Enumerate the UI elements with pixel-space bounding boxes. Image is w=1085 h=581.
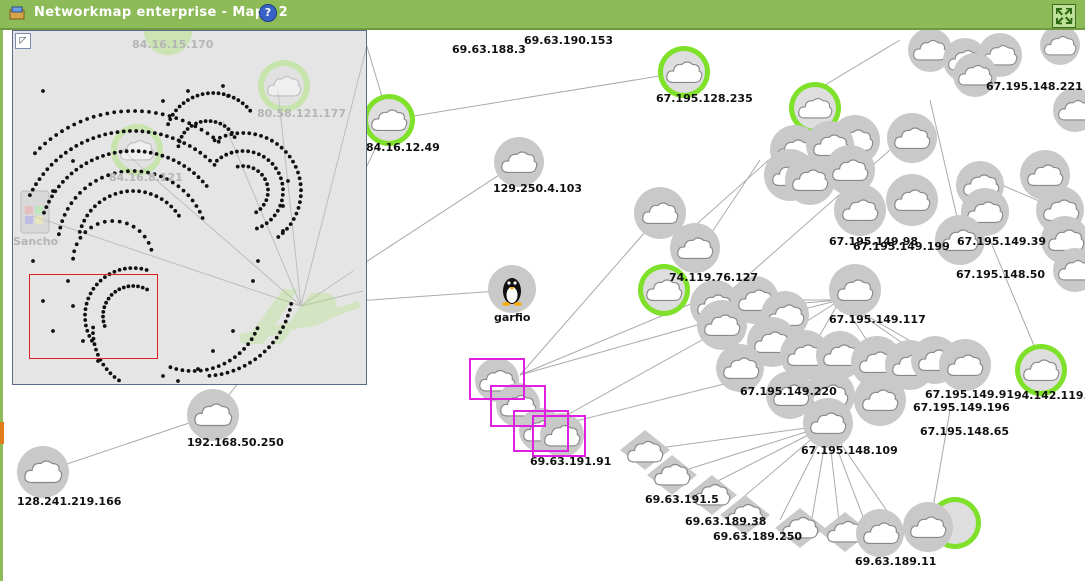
node-label: 69.63.191.5 (645, 493, 719, 506)
node-label: 192.168.50.250 (187, 436, 284, 449)
node-label: 94.142.119.5 (1014, 389, 1085, 402)
node-69-63-190-153[interactable]: 69.63.190.153 (524, 34, 613, 47)
node-label: 74.119.76.127 (669, 271, 758, 284)
node-label: 129.250.4.103 (493, 182, 582, 195)
node-label: 69.63.189.11 (855, 555, 936, 568)
node-garfio[interactable]: garfio (488, 265, 536, 324)
window-title: Networkmap enterprise - Mapa 2 (34, 5, 289, 20)
fullscreen-button[interactable] (1052, 4, 1076, 28)
help-icon[interactable]: ? (259, 4, 277, 22)
node-192-168-50-250[interactable]: 192.168.50.250 (187, 389, 284, 449)
node-129-250-4-103[interactable]: 129.250.4.103 (493, 137, 582, 195)
minimap-panel[interactable]: 84.16.15.170 80.58.121.177 84.16.8.121 S… (12, 30, 367, 385)
node-label: 67.195.148.65 (920, 425, 1009, 438)
node-label: garfio (494, 311, 531, 324)
minimap-label: 84.16.15.170 (132, 38, 214, 51)
minimap-label: 80.58.121.177 (257, 107, 346, 120)
node-69-63-188-3[interactable]: 69.63.188.3 (452, 43, 526, 56)
minimap-label: Sancho (13, 235, 59, 248)
node-label: 69.63.189.250 (713, 530, 802, 543)
node-128-241-219-166[interactable]: 128.241.219.166 (17, 446, 122, 508)
node-label: 67.195.148.109 (801, 444, 898, 457)
minimap-collapse-icon[interactable]: ◸ (15, 33, 31, 49)
node-label: 69.63.190.153 (524, 34, 613, 47)
minimap-label: 84.16.8.121 (109, 171, 183, 184)
node-label: 67.195.149.117 (829, 313, 926, 326)
node-84-16-12-49[interactable]: 84.16.12.49 (363, 94, 440, 154)
node-label: 128.241.219.166 (17, 495, 122, 508)
node-label: 67.195.149.196 (913, 401, 1010, 414)
window-titlebar: Networkmap enterprise - Mapa 2 ? (0, 0, 1085, 30)
node-label: 69.63.191.91 (530, 455, 611, 468)
node-label: 67.195.149.91 (925, 388, 1014, 401)
expand-icon (1056, 8, 1073, 25)
node-label: 67.195.149.39 (957, 235, 1046, 248)
node-label: 67.195.149.220 (740, 385, 837, 398)
node-67-195-128-235[interactable]: 67.195.128.235 (656, 46, 753, 105)
networkmap-icon (9, 6, 25, 20)
node-label: 67.195.148.221 (986, 80, 1083, 93)
minimap-node-80-58-121-177 (258, 60, 310, 112)
node-label: 67.195.148.50 (956, 268, 1045, 281)
node-label: 67.195.149.98 (829, 235, 918, 248)
node-label: 84.16.12.49 (366, 141, 440, 154)
node-label: 69.63.188.3 (452, 43, 526, 56)
node-label: 67.195.128.235 (656, 92, 753, 105)
minimap-viewport-rect[interactable] (29, 274, 158, 359)
node-label: 69.63.189.38 (685, 515, 766, 528)
